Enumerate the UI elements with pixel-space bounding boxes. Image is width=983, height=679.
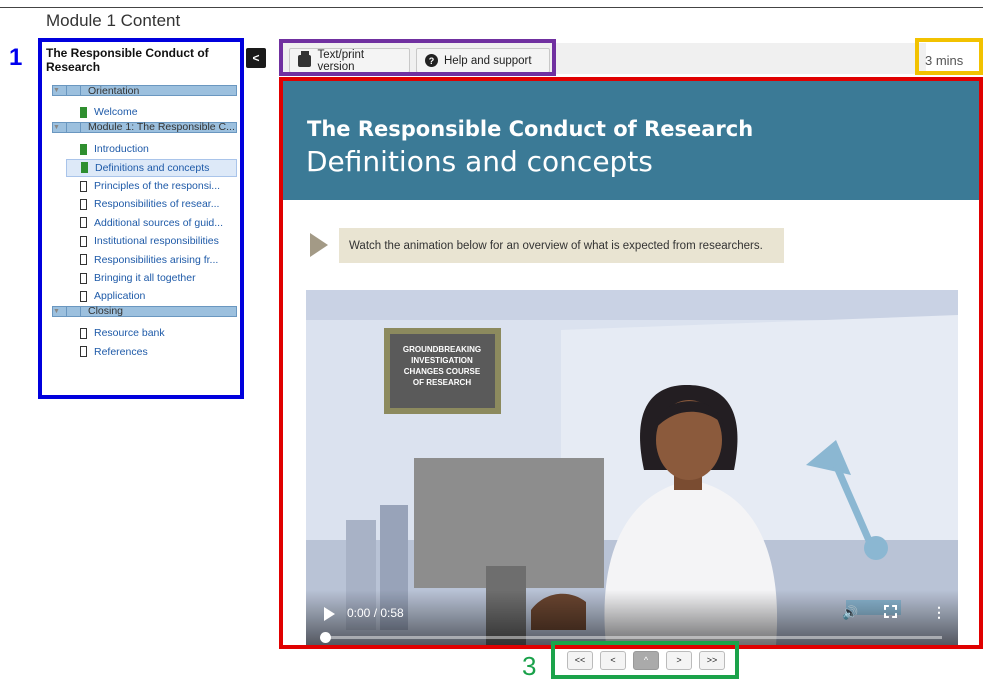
annotation-box-5 xyxy=(279,39,556,76)
annotation-box-1 xyxy=(38,38,244,399)
top-divider xyxy=(0,7,983,8)
annotation-number-1: 1 xyxy=(9,44,23,71)
annotation-number-3: 3 xyxy=(522,651,537,679)
annotation-box-2 xyxy=(279,77,983,649)
annotation-box-4 xyxy=(915,38,983,75)
page-title: Module 1 Content xyxy=(46,11,181,30)
annotation-box-3 xyxy=(551,641,739,679)
collapse-sidebar-button[interactable]: < xyxy=(246,48,266,68)
